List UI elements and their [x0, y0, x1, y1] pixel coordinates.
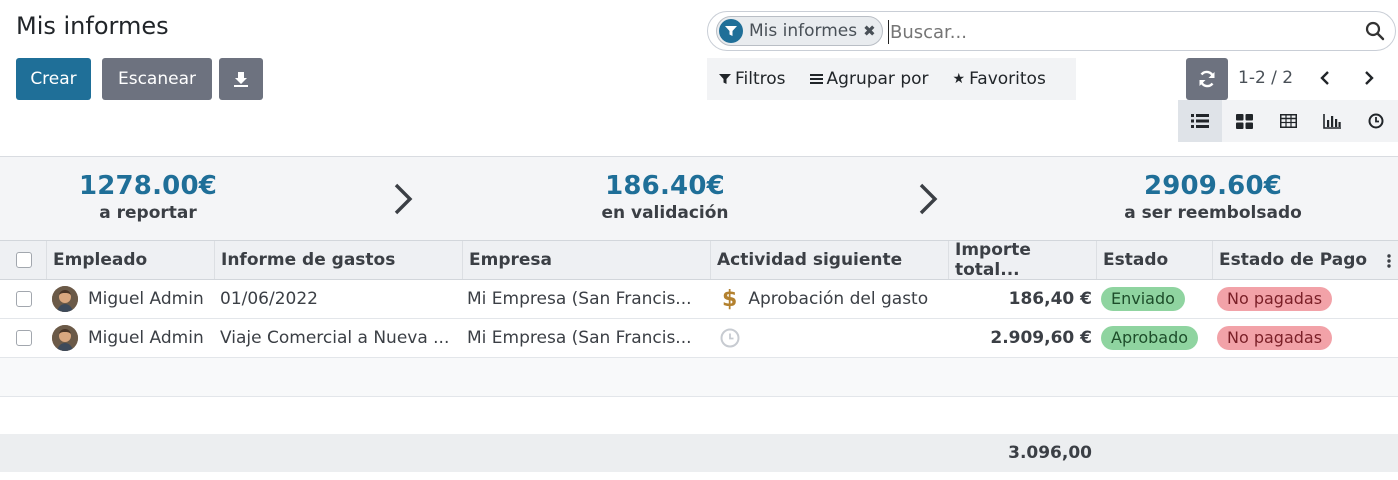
scan-button[interactable]: Escanear [102, 58, 212, 100]
activity-cell: $ Aprobación del gasto [720, 280, 948, 318]
column-header-state[interactable]: Estado [1096, 241, 1212, 279]
group-by-label: Agrupar por [826, 69, 929, 89]
page-title: Mis informes [16, 12, 169, 40]
payment-status-badge: No pagadas [1217, 326, 1333, 350]
search-box: Mis informes ✖ [707, 11, 1396, 51]
search-input[interactable] [888, 20, 1358, 44]
pager-previous-button[interactable] [1314, 66, 1336, 90]
select-all-checkbox[interactable] [16, 252, 32, 268]
payment-state-cell: No pagadas [1217, 319, 1377, 357]
table-footer: 3.096,00 [0, 434, 1398, 472]
graph-view-button[interactable] [1310, 100, 1354, 142]
kanban-icon [1235, 113, 1253, 129]
favorites-toggle[interactable]: ★ Favoritos [953, 69, 1046, 89]
list-view-button[interactable] [1178, 100, 1222, 142]
stat-amount: 186.40€ [605, 171, 725, 201]
column-header-report[interactable]: Informe de gastos [214, 241, 462, 279]
dollar-icon[interactable]: $ [722, 287, 737, 312]
report-cell: 01/06/2022 [220, 289, 318, 309]
avatar [52, 325, 78, 351]
refresh-icon [1199, 70, 1215, 88]
download-button[interactable] [219, 58, 263, 100]
table-icon [1279, 114, 1297, 128]
payment-status-badge: No pagadas [1217, 287, 1333, 311]
chevron-right-icon [394, 183, 413, 215]
view-switcher [1178, 100, 1398, 142]
create-button[interactable]: Crear [16, 58, 91, 100]
expense-reports-table: Empleado Informe de gastos Empresa Activ… [0, 240, 1398, 472]
optional-columns-icon[interactable] [1384, 252, 1394, 270]
stat-label: a ser reembolsado [1124, 203, 1302, 223]
employee-cell: Miguel Admin [52, 280, 214, 318]
clock-icon [1368, 113, 1384, 129]
stat-amount: 2909.60€ [1143, 171, 1283, 201]
state-cell: Aprobado [1101, 319, 1211, 357]
status-badge: Enviado [1101, 287, 1185, 311]
employee-name: Miguel Admin [88, 289, 204, 309]
filters-label: Filtros [735, 69, 786, 89]
company-cell: Mi Empresa (San Francis... [467, 289, 692, 309]
stat-to-report[interactable]: 1278.00€ a reportar [0, 171, 298, 223]
row-checkbox[interactable] [16, 330, 32, 346]
filter-icon [719, 19, 743, 43]
stat-under-validation[interactable]: 186.40€ en validación [515, 171, 815, 223]
stat-label: en validación [601, 203, 729, 223]
company-cell: Mi Empresa (San Francis... [467, 328, 692, 348]
row-checkbox[interactable] [16, 291, 32, 307]
employee-cell: Miguel Admin [52, 319, 214, 357]
star-icon: ★ [952, 71, 966, 87]
search-icon[interactable] [1365, 21, 1385, 41]
activity-view-button[interactable] [1354, 100, 1398, 142]
employee-name: Miguel Admin [88, 328, 204, 348]
facet-label: Mis informes [749, 21, 858, 41]
expense-reports-page: Mis informes Crear Escanear Mis informes… [0, 0, 1398, 480]
payment-state-cell: No pagadas [1217, 280, 1377, 318]
column-header-company[interactable]: Empresa [462, 241, 710, 279]
chevron-right-icon [919, 183, 938, 215]
stat-amount: 1278.00€ [78, 171, 218, 201]
search-facet[interactable]: Mis informes ✖ [716, 16, 883, 46]
activity-cell [720, 319, 948, 357]
column-header-payment-state[interactable]: Estado de Pago [1212, 241, 1380, 279]
clock-icon[interactable] [720, 328, 740, 348]
report-cell: Viaje Comercial a Nueva ... [220, 328, 450, 348]
column-header-employee[interactable]: Empleado [46, 241, 214, 279]
pager-next-button[interactable] [1358, 66, 1380, 90]
chevron-left-icon [1320, 71, 1329, 85]
search-panel: Filtros Agrupar por ★ Favoritos [707, 58, 1076, 100]
facet-close-icon[interactable]: ✖ [863, 22, 876, 40]
avatar [52, 286, 78, 312]
expense-dashboard: 1278.00€ a reportar 186.40€ en validació… [0, 156, 1398, 240]
filters-toggle[interactable]: Filtros [719, 69, 786, 89]
activity-summary: Aprobación del gasto [748, 289, 929, 309]
empty-row [0, 397, 1398, 434]
stat-label: a reportar [99, 203, 197, 223]
column-header-total[interactable]: Importe total... [948, 240, 1096, 280]
filter-icon [719, 74, 731, 84]
empty-row [0, 358, 1398, 397]
table-row[interactable]: Miguel Admin Viaje Comercial a Nueva ...… [0, 319, 1398, 358]
footer-total: 3.096,00 [1008, 443, 1092, 463]
pager-value[interactable]: 1-2 / 2 [1238, 68, 1293, 88]
favorites-label: Favoritos [969, 69, 1046, 89]
bars-icon [809, 74, 823, 84]
state-cell: Enviado [1101, 280, 1211, 318]
pivot-view-button[interactable] [1266, 100, 1310, 142]
column-header-activity[interactable]: Actividad siguiente [710, 241, 948, 279]
status-badge: Aprobado [1101, 326, 1199, 350]
bar-chart-icon [1322, 114, 1341, 129]
total-cell: 2.909,60 € [990, 328, 1092, 348]
total-cell: 186,40 € [1008, 289, 1092, 309]
kanban-view-button[interactable] [1222, 100, 1266, 142]
stat-to-reimburse[interactable]: 2909.60€ a ser reembolsado [1063, 171, 1363, 223]
list-icon [1191, 114, 1209, 128]
refresh-button[interactable] [1186, 58, 1228, 100]
group-by-toggle[interactable]: Agrupar por [809, 69, 929, 89]
table-header: Empleado Informe de gastos Empresa Activ… [0, 240, 1398, 280]
download-icon [234, 72, 248, 87]
table-row[interactable]: Miguel Admin 01/06/2022 Mi Empresa (San … [0, 280, 1398, 319]
chevron-right-icon [1365, 71, 1374, 85]
